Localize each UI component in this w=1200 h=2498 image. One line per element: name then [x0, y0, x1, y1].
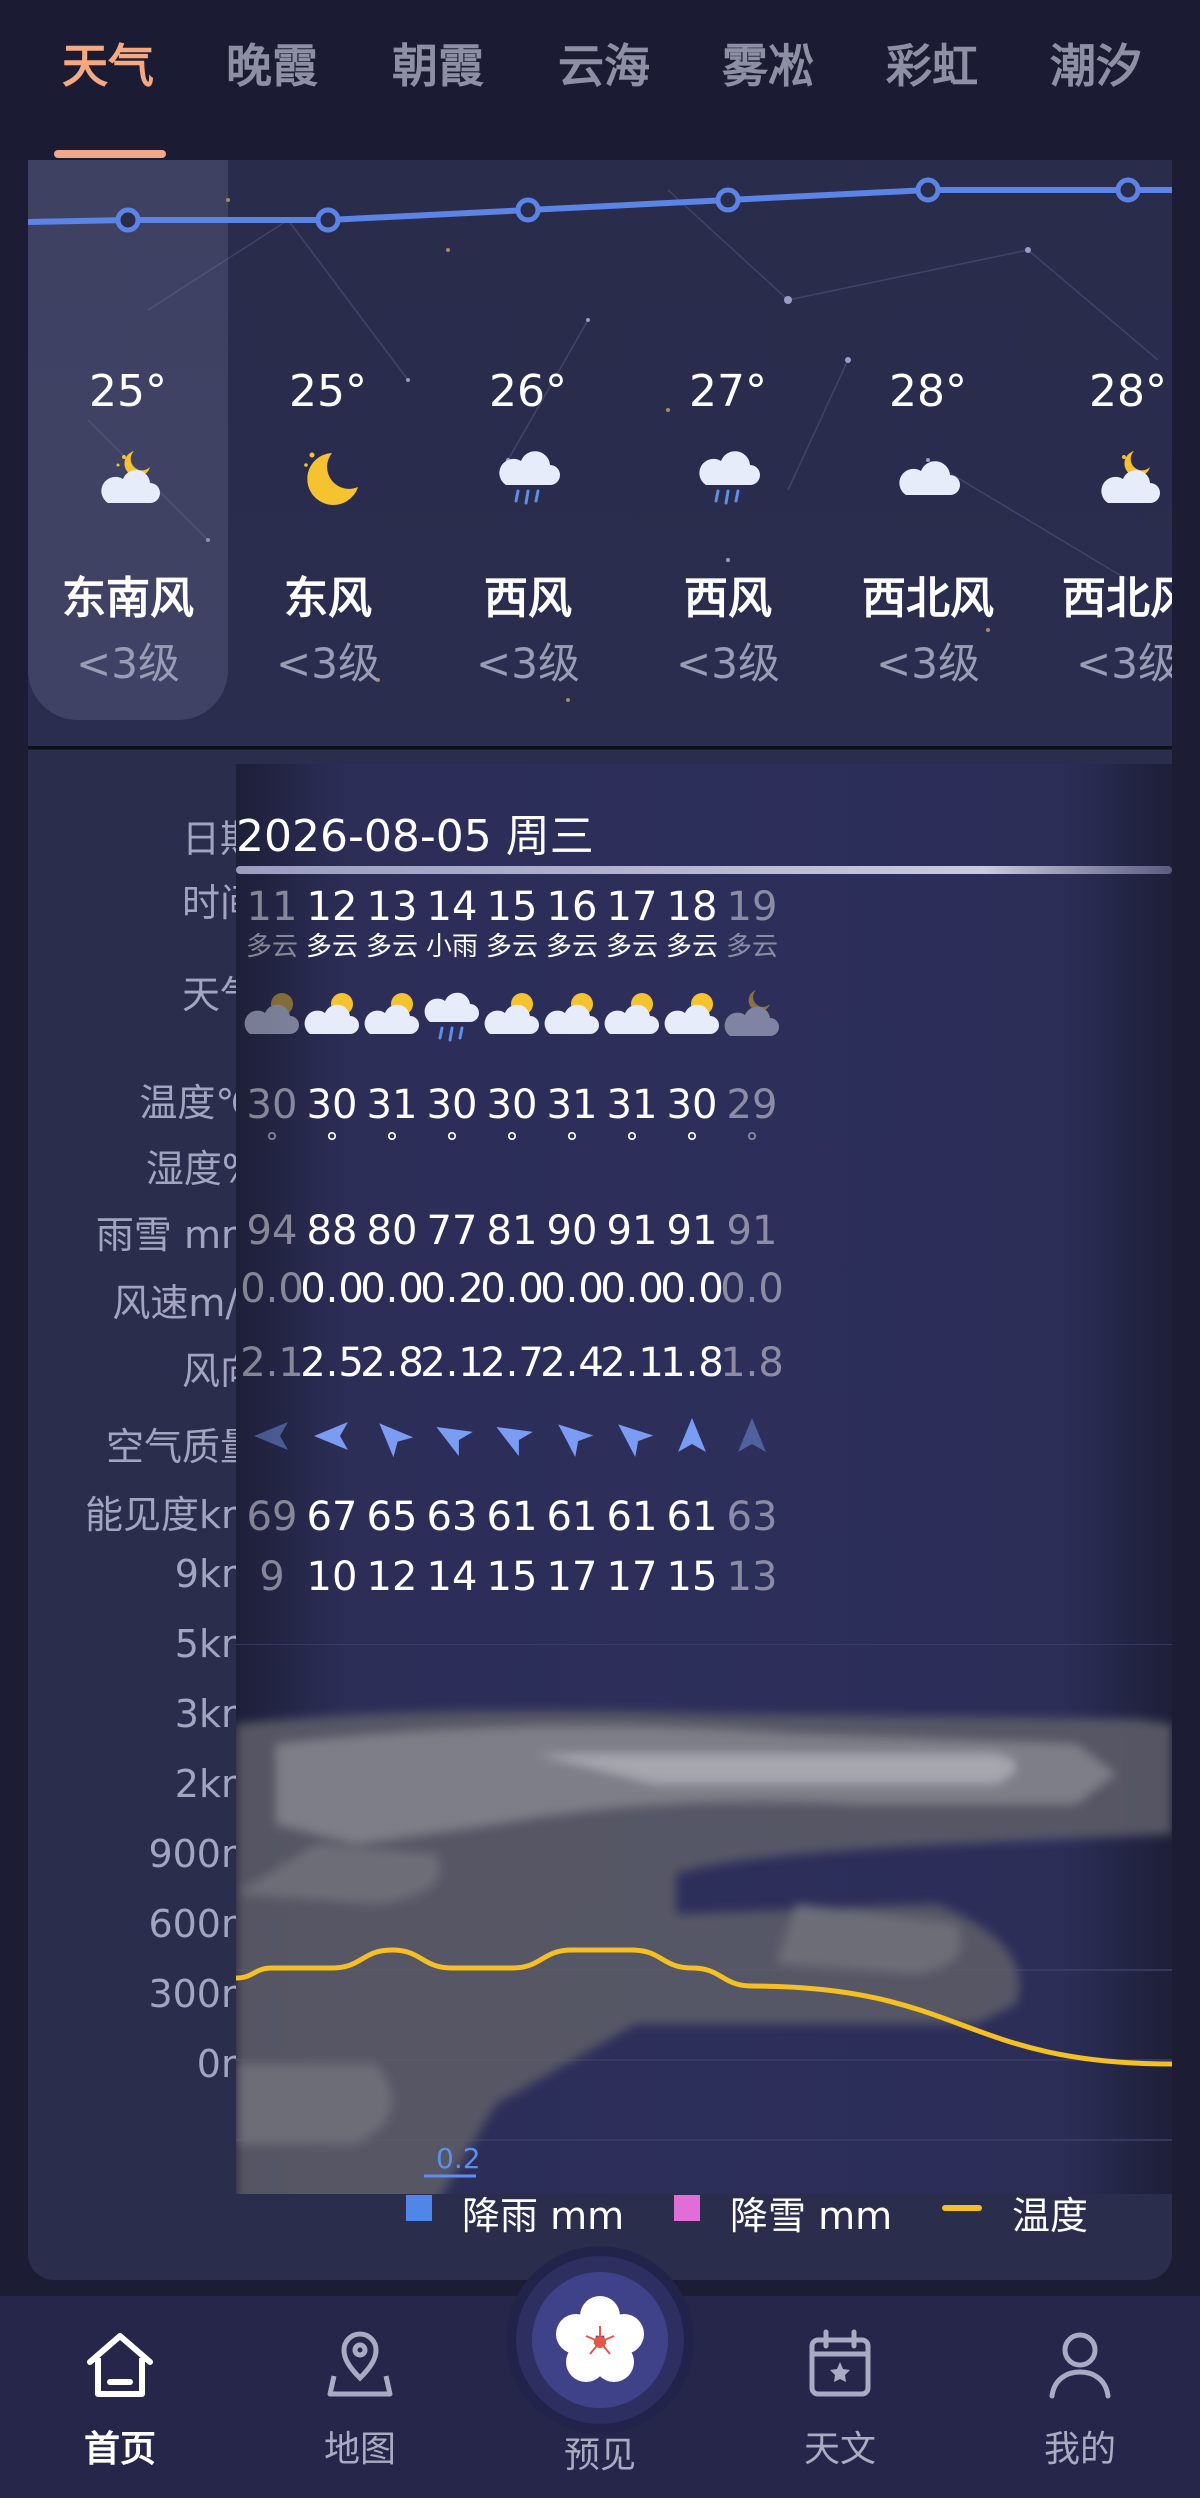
hourly-temp: 28°	[889, 366, 967, 417]
hourly-temp: 28°	[1089, 366, 1167, 417]
forecast-center-button[interactable]	[516, 2256, 684, 2424]
rain-cloud-icon	[699, 451, 760, 505]
precipitation-value: 0.0	[720, 1266, 784, 1312]
hourly-wind-level: <3级	[1076, 639, 1172, 688]
tab-rainbow[interactable]: 彩虹	[886, 30, 978, 93]
hourly-data-grid[interactable]: 2026-08-05 周三 0.2 11 多云 30 ° 94 0.0 2.1 …	[236, 764, 1172, 2194]
moon-cloud-icon	[1101, 451, 1160, 503]
condition-label: 多云	[725, 932, 778, 962]
hourly-wind-level: <3级	[276, 639, 380, 688]
moon-cloud-icon	[101, 451, 160, 503]
cloud-profile-chart: 0.2	[236, 1644, 1172, 2194]
hourly-temp: 27°	[689, 366, 767, 417]
hourly-temp: 25°	[289, 366, 367, 417]
snow-legend-label: 降雪 mm	[730, 2194, 893, 2238]
wind-direction-arrow-icon	[704, 1414, 800, 1462]
cloud-icon	[899, 461, 960, 495]
nav-astronomy-label: 天文	[803, 2429, 876, 2470]
tab-tide[interactable]: 潮汐	[1050, 30, 1142, 93]
nav-forecast-label: 预见	[563, 2435, 636, 2476]
hourly-column[interactable]: 26° 西风 <3级	[428, 160, 628, 748]
hourly-wind-direction: 西风	[484, 573, 572, 624]
visibility-value: 13	[726, 1554, 778, 1600]
nav-map[interactable]: 地图	[260, 2296, 460, 2498]
hourly-wind-direction: 东风	[284, 573, 372, 624]
air-quality-value: 63	[726, 1494, 778, 1540]
date-range-bar	[236, 866, 1172, 874]
tab-morning-glow[interactable]: 朝霞	[392, 30, 484, 93]
user-icon	[1049, 2332, 1111, 2399]
nav-profile[interactable]: 我的	[980, 2296, 1180, 2498]
hourly-column[interactable]: 27° 西风 <3级	[628, 160, 828, 748]
tab-sunset-glow[interactable]: 晚霞	[226, 30, 318, 93]
tab-weather[interactable]: 天气	[62, 30, 154, 93]
hourly-column[interactable]: 25° 东南风 <3级	[28, 160, 228, 748]
nav-home-label: 首页	[83, 2429, 156, 2470]
section-divider	[28, 746, 1172, 749]
rain-legend-swatch	[406, 2195, 432, 2221]
tab-rime[interactable]: 雾凇	[722, 30, 814, 93]
row-label-precipitation: 雨雪 mm	[95, 1213, 258, 1257]
hourly-wind-direction: 西北风	[1062, 573, 1172, 624]
hourly-wind-level: <3级	[876, 639, 980, 688]
calendar-star-icon	[809, 2329, 871, 2397]
map-pin-icon	[327, 2331, 393, 2397]
hour-label: 19	[726, 884, 778, 930]
hourly-wind-direction: 东南风	[62, 573, 194, 624]
temperature-legend-label: 温度	[1012, 2194, 1089, 2238]
row-label-visibility: 能见度km	[84, 1493, 258, 1537]
home-icon	[87, 2333, 153, 2397]
top-tab-bar: 天气 晚霞 朝霞 云海 雾凇 彩虹 潮汐	[0, 0, 1200, 160]
temperature-legend-swatch	[942, 2205, 982, 2211]
moon-cloud-icon	[704, 986, 800, 1042]
hourly-column[interactable]: 25° 东风 <3级	[228, 160, 428, 748]
moon-icon	[304, 452, 358, 505]
rain-legend-label: 降雨 mm	[462, 2194, 625, 2238]
date-display: 2026-08-05 周三	[236, 811, 594, 862]
snow-legend-swatch	[674, 2195, 700, 2221]
hourly-wind-level: <3级	[676, 639, 780, 688]
tab-cloud-sea[interactable]: 云海	[558, 30, 650, 93]
hourly-wind-direction: 西风	[684, 573, 772, 624]
hourly-forecast-strip[interactable]: 25° 东南风 <3级 25° 东风 <3级 26° 西风 <3级 27° 西风…	[28, 160, 1172, 748]
humidity-value: 91	[726, 1208, 778, 1254]
hourly-wind-level: <3级	[76, 639, 180, 688]
hourly-detail-table[interactable]: 日期 时间 天气 温度℃ 湿度% 雨雪 mm 风速m/s 风向 空气质量 能见度…	[28, 750, 1172, 2280]
flower-icon	[556, 2296, 644, 2382]
nav-map-label: 地图	[323, 2429, 396, 2470]
precipitation-value: 0.2	[436, 2142, 481, 2175]
degree-symbol: °	[745, 1128, 759, 1158]
active-tab-indicator	[54, 150, 166, 158]
hourly-wind-level: <3级	[476, 639, 580, 688]
temperature-value: 29	[726, 1082, 778, 1128]
hourly-temp: 25°	[89, 366, 167, 417]
nav-astronomy[interactable]: 天文	[740, 2296, 940, 2498]
nav-profile-label: 我的	[1043, 2429, 1116, 2470]
rain-cloud-icon	[499, 451, 560, 505]
wind-speed-value: 1.8	[720, 1340, 784, 1386]
nav-home[interactable]: 首页	[20, 2296, 220, 2498]
forecast-center-button-inner	[532, 2272, 668, 2408]
hourly-wind-direction: 西北风	[862, 573, 994, 624]
hourly-column[interactable]: 28° 西北风 <3级	[1028, 160, 1172, 748]
chart-legend: 降雨 mm 降雪 mm 温度	[28, 2185, 1172, 2245]
hourly-temp: 26°	[489, 366, 567, 417]
hourly-column[interactable]: 28° 西北风 <3级	[828, 160, 1028, 748]
